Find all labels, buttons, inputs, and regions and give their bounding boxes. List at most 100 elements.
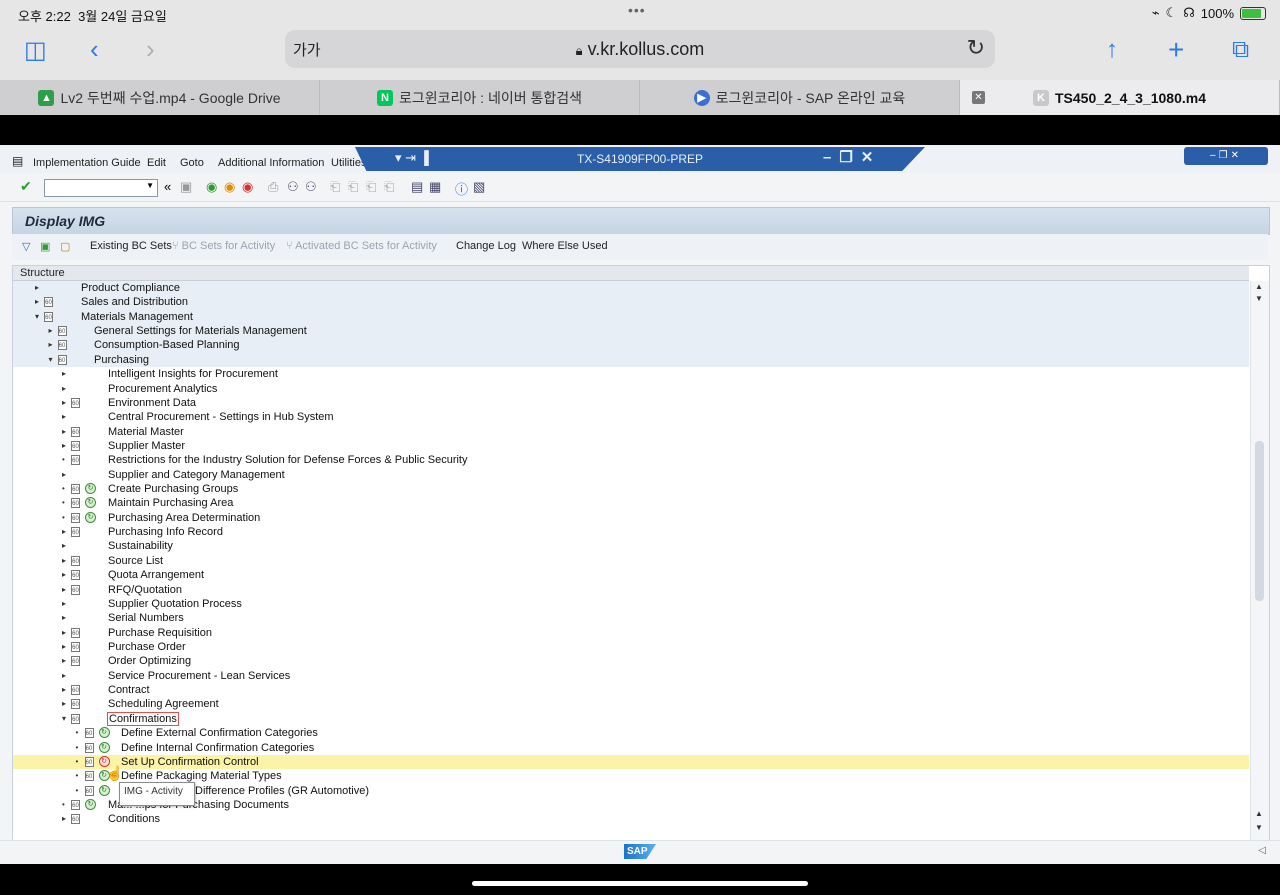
new-tab-icon[interactable]: + — [1168, 34, 1184, 66]
tree-node-label[interactable]: Quota Arrangement — [108, 569, 204, 581]
expand-node-icon[interactable]: ▸ — [62, 541, 66, 550]
previous-page-icon[interactable]: ⎗ — [348, 179, 358, 195]
expand-node-icon[interactable]: ▸ — [62, 398, 66, 407]
tree-node[interactable]: ▸ 60 Scheduling Agreement — [13, 697, 1249, 711]
documentation-icon[interactable]: 60 — [71, 627, 80, 638]
documentation-icon[interactable]: 60 — [71, 555, 80, 566]
first-page-icon[interactable]: ⎗ — [330, 179, 340, 195]
shortcut-icon[interactable]: ▦ — [429, 179, 441, 195]
tree-node-label[interactable]: Procurement Analytics — [108, 383, 217, 395]
collapse-icon[interactable]: « — [164, 179, 171, 194]
expand-node-icon[interactable]: ▸ — [62, 814, 66, 823]
home-indicator[interactable] — [472, 881, 808, 886]
tree-node-label[interactable]: Order Optimizing — [108, 655, 191, 667]
outer-window-controls[interactable]: –❐✕ — [1184, 147, 1268, 165]
back-icon[interactable]: ‹ — [90, 34, 99, 65]
expand-icon[interactable]: ▣ — [40, 240, 50, 253]
expand-node-icon[interactable]: ▸ — [62, 427, 66, 436]
documentation-icon[interactable]: 60 — [71, 426, 80, 437]
tree-node-label[interactable]: Restrictions for the Industry Solution f… — [108, 454, 468, 466]
expand-node-icon[interactable]: ▸ — [49, 326, 53, 335]
documentation-icon[interactable]: 60 — [57, 354, 67, 365]
save-icon[interactable]: ▣ — [180, 179, 192, 195]
tree-node-label[interactable]: Sales and Distribution — [81, 296, 188, 308]
chevron-down-icon[interactable]: ▼ — [146, 181, 154, 190]
tree-node[interactable]: ▸ Intelligent Insights for Procurement — [13, 367, 1249, 381]
tree-node-label[interactable]: Maintain Purchasing Area — [108, 497, 233, 509]
notes-icon[interactable]: ▢ — [60, 240, 70, 253]
documentation-icon[interactable]: 60 — [57, 326, 67, 337]
documentation-icon[interactable]: 60 — [84, 742, 94, 753]
tree-node[interactable]: ▸ 60 Purchasing Info Record — [13, 525, 1249, 539]
expand-node-icon[interactable]: ▸ — [62, 570, 66, 579]
expand-node-icon[interactable]: ▸ — [62, 369, 66, 378]
tree-node-label[interactable]: Purchasing — [94, 354, 149, 366]
window-controls[interactable]: –❐✕ — [823, 148, 881, 166]
multitask-dots[interactable]: ••• — [628, 2, 646, 18]
scroll-down-icon[interactable]: ▼ — [1255, 294, 1263, 303]
tree-node[interactable]: • 60 ↻ Define External Confirmation Categor… — [13, 726, 1249, 740]
tree-node[interactable]: ▸ Service Procurement - Lean Services — [13, 669, 1249, 683]
tree-node[interactable]: ▸ 60 Quota Arrangement — [13, 568, 1249, 582]
tree-node-label[interactable]: Purchasing Info Record — [108, 526, 223, 538]
documentation-icon[interactable]: 60 — [71, 570, 80, 581]
documentation-icon[interactable]: 60 — [44, 297, 53, 308]
tree-node-label[interactable]: Supplier Master — [108, 440, 185, 452]
tree-node[interactable]: ▸ 60 Contract — [13, 683, 1249, 697]
tree-node-label[interactable]: Define External Confirmation Categories — [121, 727, 318, 739]
documentation-icon[interactable]: 60 — [84, 756, 94, 767]
tree-node[interactable]: ▸ 60 Consumption-Based Planning — [13, 338, 1249, 353]
tree-node-label[interactable]: RFQ/Quotation — [108, 584, 182, 596]
next-page-icon[interactable]: ⎗ — [366, 179, 376, 195]
execute-activity-icon[interactable]: ↻ — [98, 784, 110, 796]
execute-activity-icon[interactable]: ↻ — [85, 798, 96, 810]
find-icon[interactable]: ⚇ — [287, 179, 299, 195]
share-icon[interactable]: ↑ — [1106, 36, 1118, 64]
expand-node-icon[interactable]: ▸ — [62, 441, 66, 450]
expand-node-icon[interactable]: ▸ — [62, 470, 66, 479]
tree-node-label[interactable]: Environment Data — [108, 397, 196, 409]
back-nav-icon[interactable]: ◉ — [206, 179, 217, 195]
tree-node[interactable]: ▸ Serial Numbers — [13, 611, 1249, 625]
close-tab-icon[interactable]: ✕ — [972, 91, 985, 104]
tree-node-label[interactable]: Supplier Quotation Process — [108, 598, 242, 610]
tree-node[interactable]: • 60 ↻ Maintain Purchasing Area — [13, 496, 1249, 510]
tree-node[interactable]: ▸ 60 Conditions — [13, 812, 1249, 826]
existing-bc-sets-button[interactable]: Existing BC Sets — [90, 240, 172, 252]
tree-node[interactable]: • 60 ↻ Set Up Confirmation Control — [13, 754, 1249, 770]
documentation-icon[interactable]: 60 — [71, 799, 80, 810]
where-else-used-button[interactable]: Where Else Used — [522, 240, 608, 252]
expand-node-icon[interactable]: ▸ — [62, 628, 66, 637]
collapse-node-icon[interactable]: ▾ — [35, 312, 39, 321]
tree-node[interactable]: ▸ 60 General Settings for Materials Manage… — [13, 324, 1249, 339]
tree-node-label[interactable]: Purchase Order — [108, 641, 186, 653]
documentation-icon[interactable]: 60 — [71, 512, 80, 523]
print-icon[interactable]: ⎙ — [268, 179, 278, 195]
tree-node-label[interactable]: Set Up Confirmation Control — [121, 756, 259, 768]
bc-sets-for-activity-button[interactable]: ⑂ BC Sets for Activity — [172, 240, 275, 252]
expand-node-icon[interactable]: ▸ — [62, 599, 66, 608]
menu-goto[interactable]: Goto — [180, 157, 204, 169]
tab-google-drive[interactable]: ▲ Lv2 두번째 수업.mp4 - Google Drive — [0, 80, 320, 115]
layout-menu-icon[interactable]: ▧ — [473, 179, 485, 195]
tree-node-label[interactable]: Consumption-Based Planning — [94, 339, 240, 351]
documentation-icon[interactable]: 60 — [71, 685, 80, 696]
documentation-icon[interactable]: 60 — [71, 699, 80, 710]
tree-node-label[interactable]: Central Procurement - Settings in Hub Sy… — [108, 411, 334, 423]
tree-node[interactable]: ▸ 60 Environment Data — [13, 396, 1249, 410]
activated-bc-sets-button[interactable]: ⑂ Activated BC Sets for Activity — [286, 240, 437, 252]
tree-node-label[interactable]: Define Internal Confirmation Categories — [121, 742, 314, 754]
tree-node[interactable]: ▾ 60 Materials Management — [13, 309, 1249, 325]
tree-node-label[interactable]: Materials Management — [81, 311, 193, 323]
expand-node-icon[interactable]: ▸ — [62, 685, 66, 694]
expand-node-icon[interactable]: ▸ — [62, 671, 66, 680]
expand-node-icon[interactable]: ▸ — [35, 283, 39, 292]
tree-node[interactable]: ▸ 60 Order Optimizing — [13, 654, 1249, 668]
tree-node[interactable]: ▸ 60 Supplier Master — [13, 439, 1249, 453]
tree-node-label[interactable]: Material Master — [108, 426, 184, 438]
change-log-button[interactable]: Change Log — [456, 240, 516, 252]
tree-node[interactable]: ▸ Supplier Quotation Process — [13, 597, 1249, 611]
tree-node[interactable]: ▾ 60 Purchasing — [13, 352, 1249, 368]
expand-node-icon[interactable]: ▸ — [62, 556, 66, 565]
tree-node[interactable]: • 60 ↻ Define Internal Confirmation Categor… — [13, 741, 1249, 755]
